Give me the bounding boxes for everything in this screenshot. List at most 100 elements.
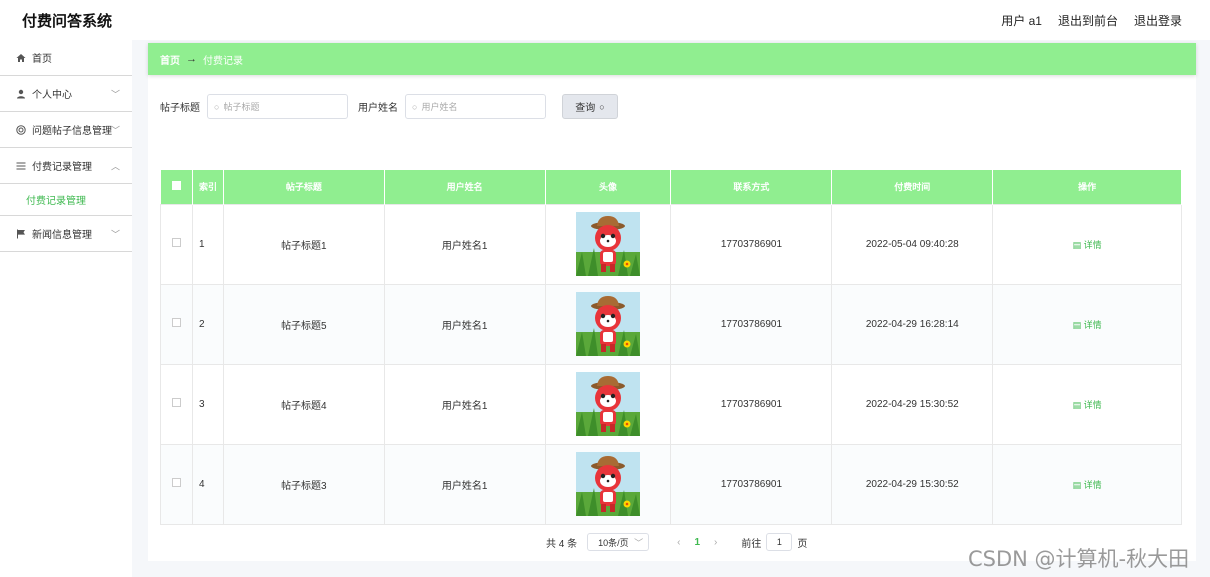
query-button[interactable]: 查询 ○ — [562, 94, 618, 119]
search-bar: 帖子标题 ○ 帖子标题 用户姓名 ○ 用户姓名 查询 ○ — [160, 94, 618, 119]
detail-label: 详情 — [1083, 479, 1102, 490]
sidebar-item-question-posts[interactable]: 问题帖子信息管理 ﹀ — [0, 112, 132, 148]
row-select-cell[interactable] — [160, 443, 193, 525]
row-checkbox[interactable] — [171, 318, 181, 327]
sidebar-subitem-payment-records[interactable]: 付费记录管理 — [0, 184, 132, 216]
phone-cell: 17703786901 — [670, 203, 833, 285]
phone-cell: 17703786901 — [670, 443, 833, 525]
list-icon — [16, 161, 26, 171]
main-panel: 首页 → 付费记录 帖子标题 ○ 帖子标题 用户姓名 ○ 用户姓名 查询 ○ 索… — [148, 43, 1196, 561]
column-header[interactable]: 头像 — [545, 170, 672, 204]
goto-page-input[interactable]: 1 — [766, 533, 793, 551]
breadcrumb-current: 付费记录 — [203, 55, 243, 67]
column-header[interactable]: 联系方式 — [670, 170, 833, 204]
title-cell: 帖子标题5 — [222, 283, 385, 365]
name-cell: 用户姓名1 — [383, 203, 546, 285]
time-cell: 2022-05-04 09:40:28 — [831, 203, 994, 285]
action-cell: ▤ 详情 — [992, 363, 1182, 445]
column-header[interactable]: 付费时间 — [831, 170, 994, 204]
document-icon: ▤ — [1072, 399, 1084, 410]
document-icon: ▤ — [1072, 239, 1084, 250]
user-name-input[interactable]: ○ 用户姓名 — [405, 94, 546, 119]
avatar-cell — [544, 443, 672, 525]
document-icon: ▤ — [1072, 479, 1084, 490]
select-all-checkbox[interactable] — [171, 181, 181, 191]
logout-link[interactable]: 退出登录 — [1134, 12, 1182, 29]
avatar-cell — [544, 363, 672, 445]
avatar — [576, 212, 641, 276]
phone-cell: 17703786901 — [670, 363, 833, 445]
detail-label: 详情 — [1083, 239, 1102, 250]
user-name-label: 用户姓名 — [358, 103, 398, 114]
detail-button[interactable]: ▤ 详情 — [1073, 320, 1102, 330]
sidebar-item-label: 付费记录管理 — [32, 162, 92, 173]
help-icon — [16, 124, 26, 135]
column-header[interactable]: 用户姓名 — [384, 170, 546, 204]
detail-label: 详情 — [1083, 399, 1102, 410]
back-to-front-link[interactable]: 退出到前台 — [1058, 12, 1118, 29]
chevron-down-icon: ﹀ — [110, 89, 120, 99]
chevron-up-icon: ︿ — [110, 161, 120, 171]
user-name-placeholder: 用户姓名 — [421, 102, 458, 112]
index-cell: 2 — [191, 283, 224, 365]
action-cell: ▤ 详情 — [992, 203, 1182, 285]
row-checkbox[interactable] — [171, 398, 181, 407]
user-icon — [16, 89, 26, 99]
avatar-cell — [544, 203, 672, 285]
sidebar-item-home[interactable]: 首页 — [0, 40, 132, 76]
search-icon: ○ — [412, 101, 418, 112]
row-select-cell[interactable] — [160, 203, 193, 285]
table-header-row: 索引 帖子标题 用户姓名 头像 联系方式 付费时间 操作 — [160, 170, 1182, 204]
row-checkbox[interactable] — [171, 478, 181, 487]
breadcrumb-home[interactable]: 首页 — [160, 52, 180, 67]
select-all-cell[interactable] — [160, 170, 193, 204]
detail-button[interactable]: ▤ 详情 — [1073, 240, 1102, 250]
table-row: 3 帖子标题4 用户姓名1 17703786901 2022-04-29 15:… — [160, 363, 1182, 445]
table-row: 1 帖子标题1 用户姓名1 17703786901 2022-05-04 09:… — [160, 203, 1182, 285]
time-cell: 2022-04-29 16:28:14 — [831, 283, 994, 365]
goto-label: 前往 — [741, 538, 762, 550]
action-cell: ▤ 详情 — [992, 283, 1182, 365]
page-suffix: 页 — [797, 538, 808, 550]
search-icon: ○ — [214, 101, 220, 112]
app-title: 付费问答系统 — [22, 12, 113, 30]
index-cell: 1 — [191, 203, 224, 285]
pagination: 共 4 条 10条/页 ﹀ ‹ 1 › 前往 1 页 — [546, 533, 807, 551]
avatar — [576, 372, 641, 436]
prev-page-icon[interactable]: ‹ — [677, 537, 680, 548]
time-cell: 2022-04-29 15:30:52 — [831, 443, 994, 525]
watermark: CSDN @计算机-秋大田 — [968, 547, 1190, 571]
column-header[interactable]: 帖子标题 — [223, 170, 385, 204]
sidebar-item-payment-records[interactable]: 付费记录管理 ︿ — [0, 148, 132, 184]
column-header: 索引 — [192, 170, 224, 204]
chevron-down-icon: ﹀ — [634, 537, 644, 548]
post-title-input[interactable]: ○ 帖子标题 — [207, 94, 348, 119]
detail-label: 详情 — [1083, 319, 1102, 330]
column-header: 操作 — [992, 170, 1182, 204]
flag-icon — [16, 229, 26, 239]
row-select-cell[interactable] — [160, 363, 193, 445]
page-size-value: 10条/页 — [598, 537, 629, 548]
row-select-cell[interactable] — [160, 283, 193, 365]
sidebar: 首页 个人中心 ﹀ 问题帖子信息管理 ﹀ 付费记录管理 ︿ 付费记录管理 新闻信… — [0, 40, 132, 577]
next-page-icon[interactable]: › — [714, 537, 717, 548]
sidebar-item-personal-center[interactable]: 个人中心 ﹀ — [0, 76, 132, 112]
name-cell: 用户姓名1 — [383, 363, 546, 445]
name-cell: 用户姓名1 — [383, 283, 546, 365]
post-title-placeholder: 帖子标题 — [223, 102, 260, 112]
page-size-select[interactable]: 10条/页 ﹀ — [587, 533, 650, 551]
detail-button[interactable]: ▤ 详情 — [1073, 480, 1102, 490]
top-links: 用户 a1 退出到前台 退出登录 — [1001, 12, 1182, 29]
query-button-label: 查询 — [575, 103, 596, 114]
index-cell: 3 — [191, 363, 224, 445]
detail-button[interactable]: ▤ 详情 — [1073, 400, 1102, 410]
table-row: 4 帖子标题3 用户姓名1 17703786901 2022-04-29 15:… — [160, 443, 1182, 525]
sidebar-item-label: 问题帖子信息管理 — [32, 126, 112, 137]
breadcrumb: 首页 → 付费记录 — [148, 43, 1196, 75]
page-number[interactable]: 1 — [694, 537, 700, 548]
row-checkbox[interactable] — [171, 238, 181, 247]
current-user-label: 用户 a1 — [1001, 13, 1042, 28]
sidebar-item-news[interactable]: 新闻信息管理 ﹀ — [0, 216, 132, 252]
index-cell: 4 — [191, 443, 224, 525]
name-cell: 用户姓名1 — [383, 443, 546, 525]
